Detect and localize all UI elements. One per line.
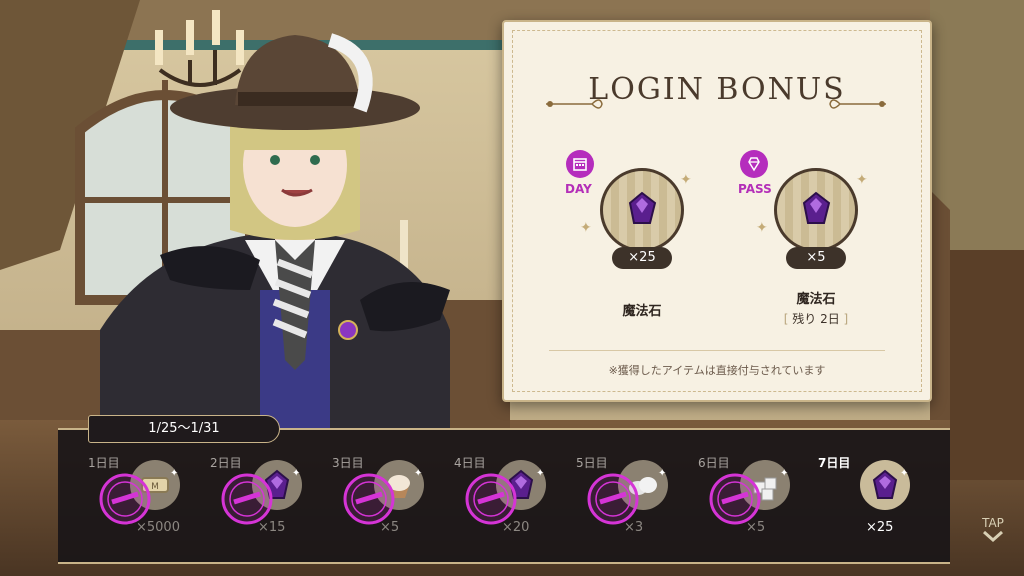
day-label: 6日目 [698,456,730,470]
day-label: 5日目 [576,456,608,470]
day-qty: ×25 [866,520,894,535]
diamond-icon [740,150,768,178]
day-tag: DAY [565,182,592,196]
game-scene[interactable]: LOGIN BONUS DAY ×25 魔法石 ✦ ✦ PASS ×5 魔法石 … [0,0,1024,576]
day-reward-circle: ✦ [860,460,910,510]
acquired-note: ※獲得したアイテムは直接付与されています [608,364,826,377]
pass-reward-qty: ×5 [786,247,846,269]
svg-text:✦: ✦ [414,468,422,479]
claimed-stamp-icon [342,472,396,526]
day-label: 4日目 [454,456,486,470]
svg-text:✦: ✦ [900,468,908,479]
note-divider [549,350,885,351]
tap-label: TAP [982,516,1004,530]
svg-text:✦: ✦ [780,468,788,479]
day-slot: 5日目 ✦ ×3 [576,454,686,544]
day-reward-medal [600,168,684,252]
claimed-stamp-icon [708,472,762,526]
remaining-days-text: 残り 2日 [792,312,840,326]
svg-text:✦: ✦ [170,468,178,479]
claimed-stamp-icon [586,472,640,526]
day-label: 3日目 [332,456,364,470]
login-bonus-panel: LOGIN BONUS DAY ×25 魔法石 ✦ ✦ PASS ×5 魔法石 … [502,20,932,402]
svg-text:M: M [151,482,159,492]
magic-stone-icon [628,191,657,224]
character-portrait[interactable] [60,0,540,430]
magic-stone-icon [802,191,831,224]
svg-text:✦: ✦ [658,468,666,479]
sparkle-icon: ✦ [580,220,592,236]
day-slot: 3日目 ✦ ×5 [332,454,442,544]
claimed-stamp-icon [464,472,518,526]
chevron-down-icon [983,530,1003,543]
svg-text:✦: ✦ [292,468,300,479]
svg-text:✦: ✦ [536,468,544,479]
pass-reward-name: 魔法石 [796,292,836,307]
claimed-stamp-icon [98,472,152,526]
left-ornament-icon [546,99,603,109]
sparkle-icon: ✦ [856,172,868,188]
pass-reward-medal [774,168,858,252]
day-reward-qty: ×25 [612,247,672,269]
day-label: 1日目 [88,456,120,470]
sparkle-icon: ✦ [756,220,768,236]
day-slot: 1日目 M ✦ ×5000 [88,454,198,544]
bracket-close: ] [843,312,849,326]
period-label: 1/25～1/31 [88,415,280,443]
magic-stone-icon: ✦ [872,468,908,499]
claimed-stamp-icon [220,472,274,526]
day-slot: 4日目 ✦ ×20 [454,454,564,544]
pass-remaining-days: [ 残り 2日 ] [761,310,871,327]
day-slot: 6日目 ✦ ×5 [698,454,808,544]
pass-tag: PASS [738,182,772,196]
day-slot: 2日目 ✦ ×15 [210,454,320,544]
day-reward-name: 魔法石 [622,304,662,319]
sparkle-icon: ✦ [680,172,692,188]
day-label: 2日目 [210,456,242,470]
calendar-icon [566,150,594,178]
right-ornament-icon [829,99,886,109]
day-slot: 7日目 ✦ ×25 [818,454,928,544]
tap-prompt[interactable]: TAP [975,516,1011,545]
day-label: 7日目 [818,456,851,470]
bracket-open: [ [783,312,789,326]
